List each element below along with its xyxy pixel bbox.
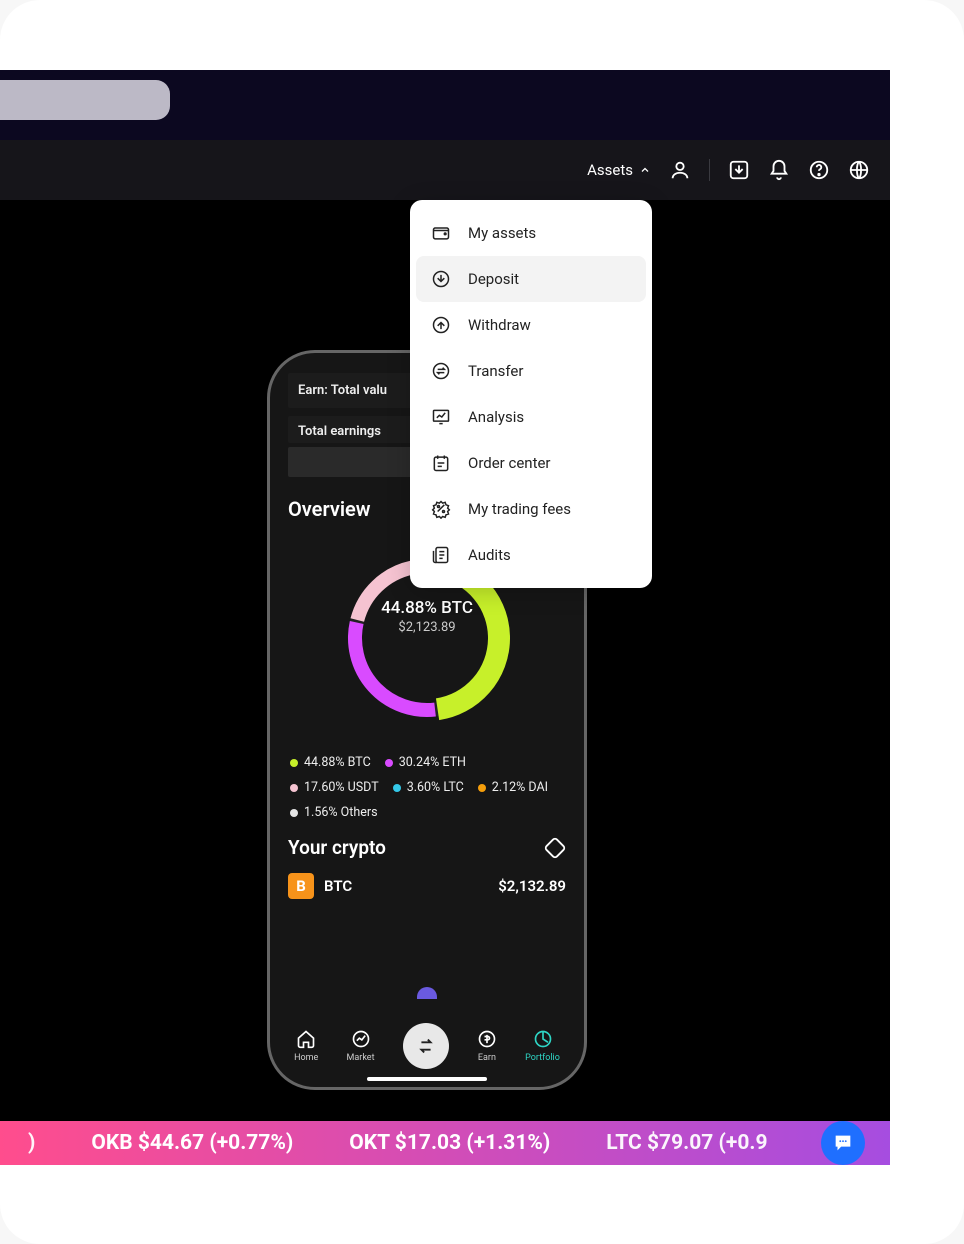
dropdown-item-label: Analysis (468, 408, 524, 426)
dropdown-item-analysis[interactable]: Analysis (416, 394, 646, 440)
bell-icon[interactable] (768, 159, 790, 181)
home-indicator (367, 1077, 487, 1081)
donut-center-label: 44.88% BTC $2,123.89 (332, 598, 522, 635)
dropdown-item-label: Transfer (468, 362, 523, 380)
dropdown-item-my-assets[interactable]: My assets (416, 210, 646, 256)
dropdown-item-label: Audits (468, 546, 511, 564)
dropdown-item-my-trading-fees[interactable]: My trading fees (416, 486, 646, 532)
dropdown-item-label: My trading fees (468, 500, 571, 518)
crypto-row-btc[interactable]: B BTC $2,132.89 (288, 873, 566, 899)
purple-indicator (417, 987, 437, 999)
earn-icon (477, 1029, 497, 1049)
legend-item: 2.12% DAI (478, 780, 548, 795)
ticker-item: LTC $79.07 (+0.9 (606, 1131, 767, 1155)
top-toolbar: Assets (0, 140, 890, 200)
profile-icon[interactable] (669, 159, 691, 181)
crypto-symbol: BTC (324, 877, 352, 895)
dropdown-item-deposit[interactable]: Deposit (416, 256, 646, 302)
dropdown-item-label: Deposit (468, 270, 519, 288)
placeholder-pill (0, 80, 170, 120)
chat-icon (832, 1132, 854, 1154)
price-ticker: ) OKB $44.67 (+0.77%) OKT $17.03 (+1.31%) L… (0, 1121, 890, 1165)
dropdown-item-withdraw[interactable]: Withdraw (416, 302, 646, 348)
page-card: Assets (0, 0, 964, 1244)
home-icon (296, 1029, 316, 1049)
swap-icon (415, 1035, 437, 1057)
btc-badge: B (288, 873, 314, 899)
legend-item: 1.56% Others (290, 805, 378, 820)
legend-item: 30.24% ETH (385, 755, 466, 770)
dropdown-item-transfer[interactable]: Transfer (416, 348, 646, 394)
sort-icon[interactable] (544, 837, 566, 859)
donut-legend: 44.88% BTC 30.24% ETH 17.60% USDT 3.60% LTC… (288, 751, 566, 836)
market-icon (351, 1029, 371, 1049)
crypto-value: $2,132.89 (498, 877, 566, 895)
legend-item: 3.60% LTC (393, 780, 464, 795)
ticker-item: OKT $17.03 (+1.31%) (349, 1131, 550, 1155)
chevron-up-icon (639, 164, 651, 176)
ticker-item: OKB $44.67 (+0.77%) (91, 1131, 293, 1155)
tab-trade[interactable] (403, 1023, 449, 1069)
main-content: Earn: Total valu Total earnings Overview… (0, 200, 890, 1165)
dropdown-item-order-center[interactable]: Order center (416, 440, 646, 486)
help-icon[interactable] (808, 159, 830, 181)
transfer-icon (430, 360, 452, 382)
download-icon[interactable] (728, 159, 750, 181)
audits-icon (430, 544, 452, 566)
assets-menu-trigger[interactable]: Assets (587, 161, 651, 179)
tab-portfolio[interactable]: Portfolio (525, 1029, 560, 1063)
legend-item: 17.60% USDT (290, 780, 379, 795)
order-icon (430, 452, 452, 474)
deposit-icon (430, 268, 452, 290)
window-titlebar (0, 70, 890, 140)
analysis-icon (430, 406, 452, 428)
chat-button[interactable] (821, 1121, 865, 1165)
withdraw-icon (430, 314, 452, 336)
fees-icon (430, 498, 452, 520)
portfolio-icon (533, 1029, 553, 1049)
your-crypto-title: Your crypto (288, 836, 386, 859)
tab-market[interactable]: Market (347, 1029, 375, 1063)
dropdown-item-label: My assets (468, 224, 536, 242)
app-viewport: Assets (0, 70, 890, 1165)
legend-item: 44.88% BTC (290, 755, 371, 770)
tab-home[interactable]: Home (294, 1029, 318, 1063)
assets-dropdown: My assets Deposit Withdraw Transfer Analysis… (410, 200, 652, 588)
assets-label: Assets (587, 161, 633, 179)
tab-earn[interactable]: Earn (477, 1029, 497, 1063)
phone-tabbar: Home Market Earn (270, 1023, 584, 1069)
dropdown-item-label: Withdraw (468, 316, 531, 334)
toolbar-divider (709, 159, 710, 181)
dropdown-item-label: Order center (468, 454, 551, 472)
globe-icon[interactable] (848, 159, 870, 181)
dropdown-item-audits[interactable]: Audits (416, 532, 646, 578)
wallet-icon (430, 222, 452, 244)
ticker-item: ) (28, 1131, 35, 1155)
